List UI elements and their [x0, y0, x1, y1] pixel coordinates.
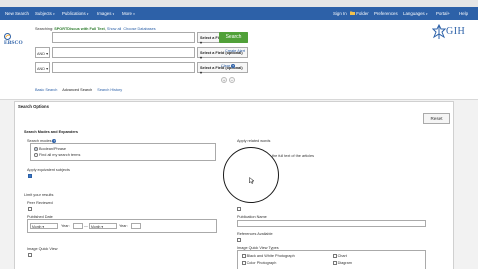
checkbox[interactable]	[242, 261, 246, 265]
peer-reviewed-checkbox[interactable]	[28, 207, 32, 211]
from-year-input[interactable]	[73, 223, 83, 229]
search-options-title: Search Options	[18, 104, 49, 109]
search-input-2[interactable]	[52, 47, 195, 58]
main-nav-bar: New Search Subjects ▾ Publications ▾ Ima…	[0, 7, 478, 20]
show-all-link[interactable]: Show all	[107, 27, 121, 31]
search-input-1[interactable]	[52, 32, 195, 43]
published-date-box: Month ▾ Year: — Month ▾ Year:	[27, 219, 217, 233]
nav-folder[interactable]: Folder	[350, 11, 369, 16]
database-name: SPORTDiscus with Full Text	[54, 27, 105, 31]
add-row-button[interactable]: +	[221, 77, 227, 83]
limit-results-title: Limit your results	[24, 192, 54, 197]
searching-line: Searching: SPORTDiscus with Full Text, S…	[35, 27, 156, 31]
chevron-down-icon: ▾	[200, 41, 202, 45]
mode-find-all[interactable]: Find all my search terms	[34, 153, 80, 157]
tab-search-history[interactable]: Search History	[97, 88, 122, 92]
radio-selected[interactable]	[34, 147, 38, 151]
date-dash: —	[84, 224, 88, 228]
iqv-types-box: Black and White Photograph Chart Color P…	[237, 250, 426, 269]
publication-name-label: Publication Name	[237, 215, 267, 219]
type-bw-photo[interactable]: Black and White Photograph	[242, 254, 295, 258]
nav-help[interactable]: Help	[459, 11, 468, 16]
nav-more[interactable]: More ▾	[122, 11, 135, 16]
browser-top-strip	[0, 0, 478, 7]
modes-expanders-title: Search Modes and Expanders	[24, 130, 79, 134]
apply-related-words-label: Apply related words	[237, 139, 271, 143]
tab-basic-search[interactable]: Basic Search	[35, 88, 57, 92]
chevron-down-icon: ▾	[133, 11, 135, 16]
search-tabs: Basic Search Advanced Search Search Hist…	[35, 88, 126, 92]
nav-subjects[interactable]: Subjects ▾	[35, 11, 55, 16]
focus-circle-overlay	[223, 147, 279, 203]
from-month-select[interactable]: Month ▾	[30, 223, 58, 229]
boolean-select-3[interactable]: AND ▾	[35, 62, 50, 73]
chevron-down-icon: ▾	[42, 225, 45, 229]
folder-icon	[350, 11, 355, 16]
nav-sign-in[interactable]: Sign In	[333, 11, 347, 16]
boolean-select-2[interactable]: AND ▾	[35, 47, 50, 58]
right-column-checkbox[interactable]	[237, 207, 241, 211]
create-alert-link[interactable]: Create Alert	[225, 49, 245, 53]
gih-wordmark: GIH	[446, 26, 466, 37]
nav-images[interactable]: Images ▾	[97, 11, 114, 16]
apply-subjects-checkbox[interactable]	[28, 174, 32, 178]
gih-logo: GIH	[432, 24, 474, 42]
peer-reviewed-label: Peer Reviewed	[27, 201, 53, 205]
search-input-3[interactable]	[52, 62, 195, 73]
chevron-down-icon: ▾	[200, 71, 202, 75]
search-modes-box: Boolean/Phrase Find all my search terms	[30, 143, 216, 161]
checkbox[interactable]	[333, 254, 337, 258]
type-color-photo[interactable]: Color Photograph	[242, 261, 276, 265]
reset-button[interactable]: Reset	[423, 113, 450, 124]
chevron-down-icon: ▾	[101, 225, 104, 229]
mouse-cursor-icon	[249, 177, 254, 184]
gih-emblem-icon	[432, 24, 446, 39]
nav-portal[interactable]: Portal+	[436, 11, 450, 16]
tab-advanced-search[interactable]: Advanced Search	[62, 88, 92, 92]
image-quick-view-label: Image Quick View	[27, 247, 58, 251]
chevron-down-icon: ▾	[86, 11, 89, 16]
chevron-down-icon: ▾	[53, 11, 55, 16]
to-year-input[interactable]	[131, 223, 141, 229]
nav-preferences[interactable]: Preferences	[374, 11, 398, 16]
help-icon[interactable]: ?	[231, 64, 236, 68]
image-quick-view-checkbox[interactable]	[28, 253, 32, 257]
chevron-down-icon: ▾	[425, 11, 428, 16]
references-available-label: References Available	[237, 232, 273, 236]
to-year-label: Year:	[119, 224, 128, 228]
choose-databases-link[interactable]: Choose Databases	[123, 27, 155, 31]
radio-unselected[interactable]	[34, 153, 38, 157]
checkbox[interactable]	[333, 261, 337, 265]
type-chart[interactable]: Chart	[333, 254, 347, 258]
apply-equivalent-subjects-label: Apply equivalent subjects	[27, 168, 70, 172]
nav-new-search[interactable]: New Search	[5, 11, 29, 16]
nav-publications[interactable]: Publications ▾	[62, 11, 88, 16]
search-button[interactable]: Search	[219, 32, 248, 43]
chevron-down-icon: ▾	[46, 52, 48, 56]
ebsco-swoosh-icon	[4, 33, 11, 40]
nav-languages[interactable]: Languages ▾	[403, 11, 427, 16]
ebsco-logo[interactable]: EBSCO	[4, 33, 29, 46]
type-diagram[interactable]: Diagram	[333, 261, 352, 265]
clear-link[interactable]: Clear?	[221, 64, 236, 68]
to-month-select[interactable]: Month ▾	[89, 223, 117, 229]
remove-row-button[interactable]: −	[229, 77, 235, 83]
chevron-down-icon: ▾	[112, 11, 115, 16]
mode-boolean[interactable]: Boolean/Phrase	[34, 147, 66, 151]
checkbox[interactable]	[242, 254, 246, 258]
publication-name-input[interactable]	[237, 220, 426, 227]
chevron-down-icon: ▾	[200, 56, 202, 60]
from-year-label: Year:	[61, 224, 70, 228]
full-text-label: the full text of the articles	[272, 154, 314, 158]
references-checkbox[interactable]	[237, 238, 241, 242]
chevron-down-icon: ▾	[46, 67, 48, 71]
